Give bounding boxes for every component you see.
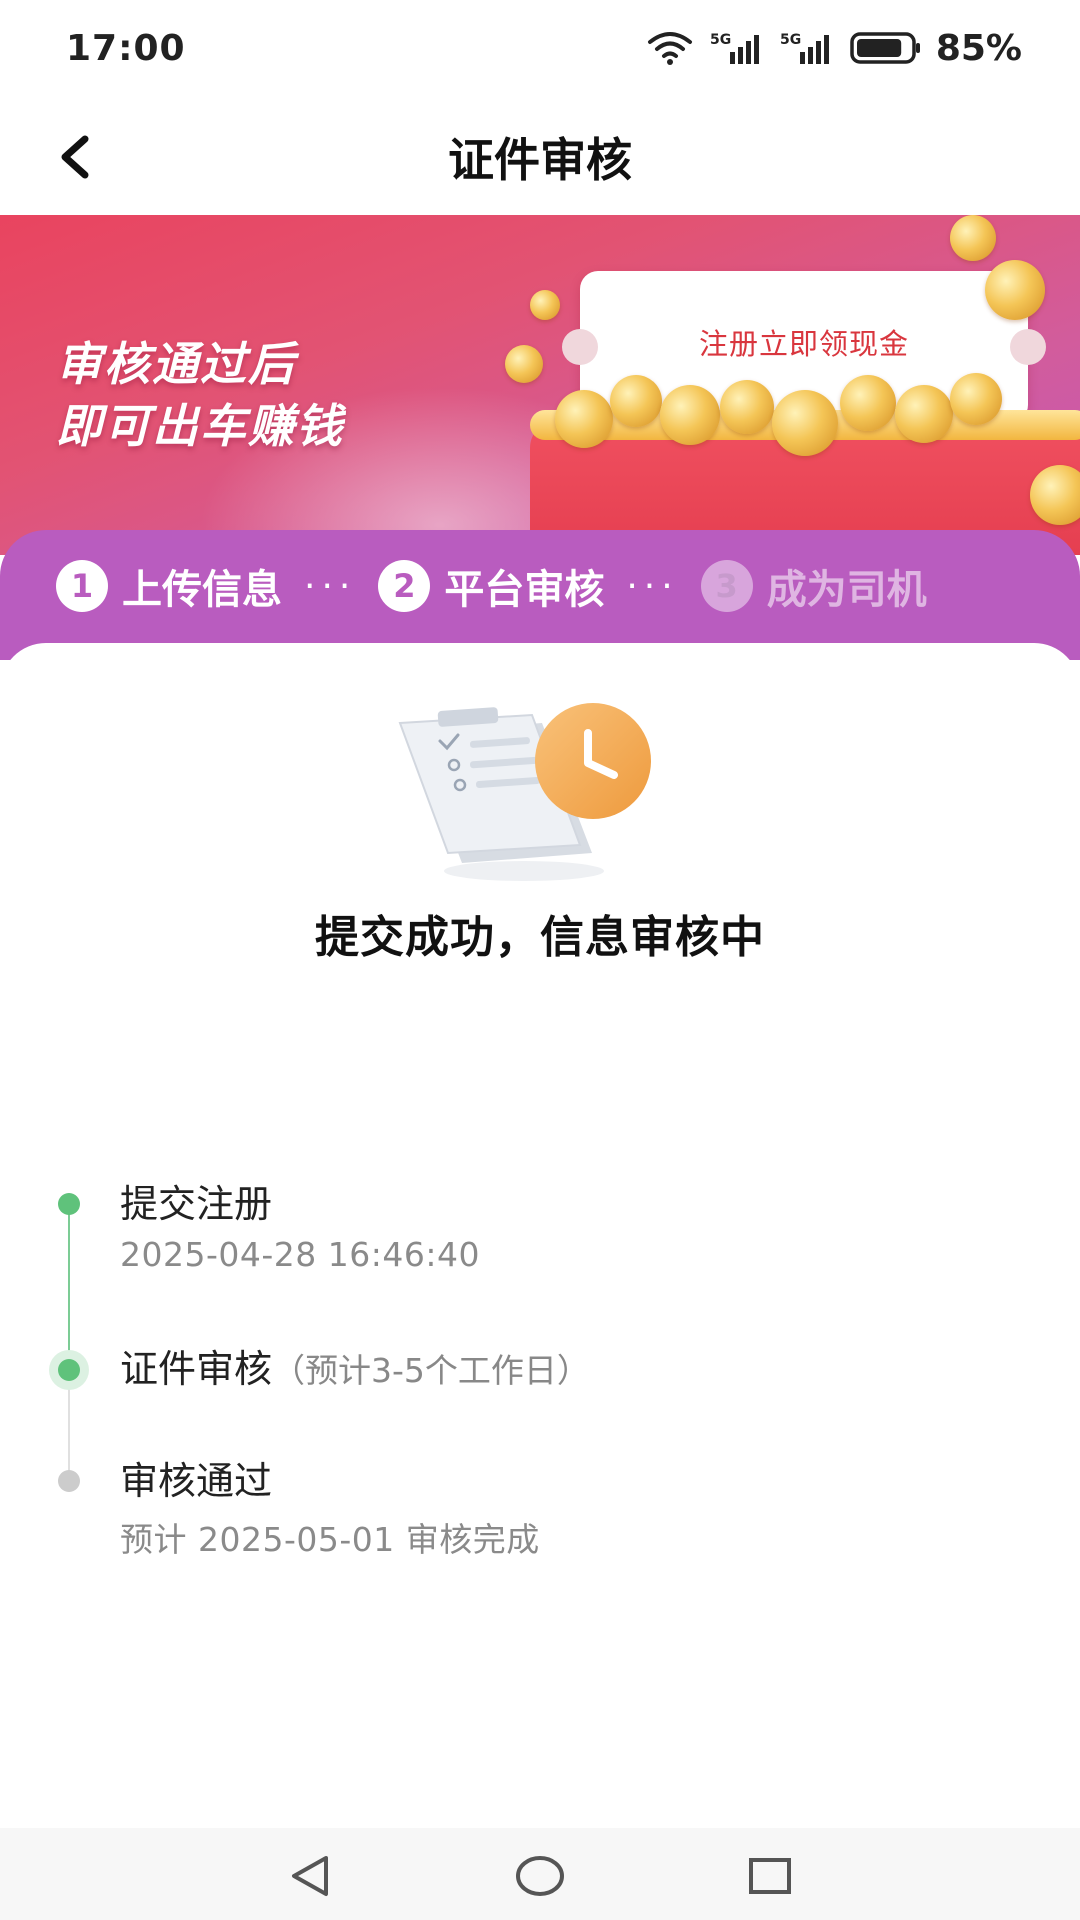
status-bar: 17:00 5G 5G 85% bbox=[0, 0, 1080, 100]
banner-slogan: 审核通过后 即可出车赚钱 bbox=[56, 333, 344, 457]
nav-back-button[interactable] bbox=[280, 1846, 340, 1906]
step-separator: ··· bbox=[304, 565, 357, 607]
steps-panel: 1 上传信息 ··· 2 平台审核 ··· 3 成为司机 bbox=[0, 530, 1080, 660]
timeline-dot-done bbox=[58, 1193, 80, 1215]
coin-icon bbox=[555, 390, 613, 448]
status-icons: 5G 5G 85% bbox=[644, 26, 1022, 70]
ticket-text: 注册立即领现金 bbox=[698, 327, 909, 361]
content-card: 提交成功，信息审核中 提交注册 2025-04-28 16:46:40 证件审核… bbox=[0, 643, 1080, 1828]
step-number: 3 bbox=[700, 560, 753, 612]
coin-icon bbox=[840, 375, 896, 431]
coin-icon bbox=[660, 385, 720, 445]
recents-square-icon bbox=[749, 1858, 791, 1894]
status-time: 17:00 bbox=[66, 28, 186, 69]
svg-text:5G: 5G bbox=[780, 32, 801, 48]
timeline-item-title: 审核通过 bbox=[120, 1459, 273, 1503]
step-number: 1 bbox=[56, 560, 108, 612]
timeline-line-pending bbox=[68, 1365, 70, 1477]
timeline-item-current: 证件审核（预计3-5个工作日） bbox=[120, 1338, 590, 1393]
signal-5g-icon: 5G bbox=[710, 32, 759, 64]
step-label: 上传信息 bbox=[122, 567, 282, 613]
coin-icon bbox=[610, 375, 662, 427]
step-become-driver: 3 成为司机 bbox=[700, 557, 927, 615]
battery-icon bbox=[850, 32, 920, 64]
coin-icon bbox=[950, 215, 996, 261]
banner-slogan-line1: 审核通过后 bbox=[56, 337, 296, 391]
nav-recents-button[interactable] bbox=[740, 1846, 800, 1906]
svg-text:5G: 5G bbox=[710, 32, 731, 48]
step-separator: ··· bbox=[626, 565, 679, 607]
back-triangle-icon bbox=[292, 1856, 328, 1896]
nav-home-button[interactable] bbox=[510, 1846, 570, 1906]
timeline-dot-pending bbox=[58, 1470, 80, 1492]
progress-steps: 1 上传信息 ··· 2 平台审核 ··· 3 成为司机 bbox=[56, 556, 927, 616]
timeline-line-done bbox=[68, 1203, 70, 1365]
timeline-item-time: 2025-04-28 16:46:40 bbox=[120, 1235, 480, 1274]
step-upload-info: 1 上传信息 bbox=[56, 557, 282, 615]
banner-slogan-line2: 即可出车赚钱 bbox=[56, 399, 344, 453]
title-bar: 证件审核 bbox=[0, 100, 1080, 215]
step-number: 2 bbox=[378, 560, 431, 612]
step-platform-review: 2 平台审核 bbox=[378, 557, 604, 615]
promo-banner[interactable]: 审核通过后 即可出车赚钱 注册立即领现金 bbox=[0, 215, 1080, 555]
coin-icon bbox=[530, 290, 560, 320]
timeline-item-note: （预计3-5个工作日） bbox=[272, 1351, 590, 1390]
coin-icon bbox=[950, 373, 1002, 425]
page-title: 证件审核 bbox=[448, 133, 632, 187]
coin-icon bbox=[505, 345, 543, 383]
wifi-icon bbox=[647, 32, 692, 65]
step-label: 成为司机 bbox=[766, 567, 927, 613]
status-title: 提交成功，信息审核中 bbox=[315, 912, 765, 963]
coin-icon bbox=[720, 380, 774, 434]
system-nav-bar bbox=[0, 1828, 1080, 1920]
coin-icon bbox=[985, 260, 1045, 320]
timeline-item-title: 证件审核 bbox=[120, 1347, 273, 1391]
document-clock-icon bbox=[398, 703, 651, 881]
home-circle-icon bbox=[516, 1856, 564, 1896]
step-label: 平台审核 bbox=[444, 567, 605, 613]
coin-icon bbox=[895, 385, 953, 443]
signal-5g-icon: 5G bbox=[780, 32, 829, 64]
timeline-dot-current bbox=[58, 1359, 80, 1381]
coin-icon bbox=[772, 390, 838, 456]
timeline-item-title: 提交注册 bbox=[120, 1182, 273, 1226]
battery-percent: 85% bbox=[935, 27, 1022, 69]
timeline-item-estimate: 预计 2025-05-01 审核完成 bbox=[120, 1520, 540, 1559]
